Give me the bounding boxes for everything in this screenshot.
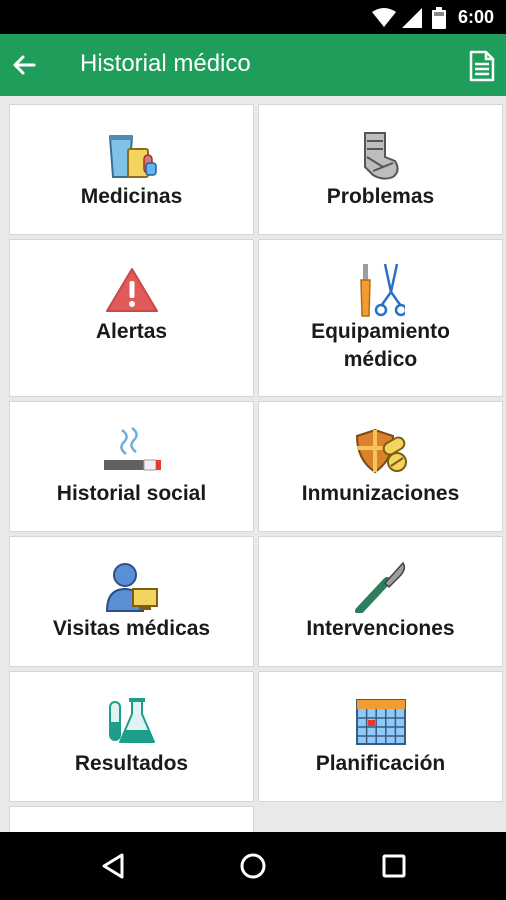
navigation-bar xyxy=(0,832,506,900)
tile-label: Planificación xyxy=(315,752,446,775)
page-title: Historial médico xyxy=(80,50,251,77)
shield-pill-icon xyxy=(355,428,407,474)
tile-label: Alertas xyxy=(95,320,168,343)
back-nav-icon[interactable] xyxy=(100,853,126,879)
home-nav-icon[interactable] xyxy=(240,853,266,879)
tile-label: Intervenciones xyxy=(306,617,455,640)
tile-label: Problemas xyxy=(326,185,435,208)
tile-intervenciones[interactable]: Intervenciones xyxy=(258,536,503,667)
tile-resultados[interactable]: Resultados xyxy=(9,671,254,802)
lab-flask-icon xyxy=(108,698,155,743)
wifi-icon xyxy=(372,8,396,27)
tile-inmunizaciones[interactable]: Inmunizaciones xyxy=(258,401,503,532)
tile-label: Resultados xyxy=(74,752,189,775)
medical-history-grid: Medicinas Problemas Alertas Equipamiento… xyxy=(0,96,506,832)
battery-icon xyxy=(432,7,446,29)
medical-tools-icon xyxy=(359,263,405,317)
bandage-icon xyxy=(363,132,399,180)
recents-nav-icon[interactable] xyxy=(382,854,406,878)
tile-planificacion[interactable]: Planificación xyxy=(258,671,503,802)
back-arrow-icon[interactable] xyxy=(12,53,36,77)
medicine-icon xyxy=(108,135,157,178)
alert-icon xyxy=(105,268,158,312)
tile-partial[interactable] xyxy=(9,806,254,832)
signal-icon xyxy=(402,8,422,28)
app-bar: Historial médico xyxy=(0,34,506,96)
status-bar: 6:00 xyxy=(0,0,506,34)
document-icon[interactable] xyxy=(469,50,495,82)
status-time: 6:00 xyxy=(457,7,494,27)
doctor-visit-icon xyxy=(105,563,158,612)
calendar-icon xyxy=(355,699,406,745)
tile-label: Equipamiento médico xyxy=(311,320,450,371)
tile-equipamiento-medico[interactable]: Equipamiento médico xyxy=(258,239,503,397)
tile-medicinas[interactable]: Medicinas xyxy=(9,104,254,235)
tile-label: Historial social xyxy=(56,482,207,505)
tile-label: Inmunizaciones xyxy=(301,482,460,505)
tile-historial-social[interactable]: Historial social xyxy=(9,401,254,532)
tile-label: Medicinas xyxy=(80,185,183,208)
tile-problemas[interactable]: Problemas xyxy=(258,104,503,235)
cigarette-icon xyxy=(103,427,161,471)
tile-visitas-medicas[interactable]: Visitas médicas xyxy=(9,536,254,667)
scalpel-icon xyxy=(354,561,405,613)
tile-alertas[interactable]: Alertas xyxy=(9,239,254,397)
tile-label: Visitas médicas xyxy=(52,617,211,640)
